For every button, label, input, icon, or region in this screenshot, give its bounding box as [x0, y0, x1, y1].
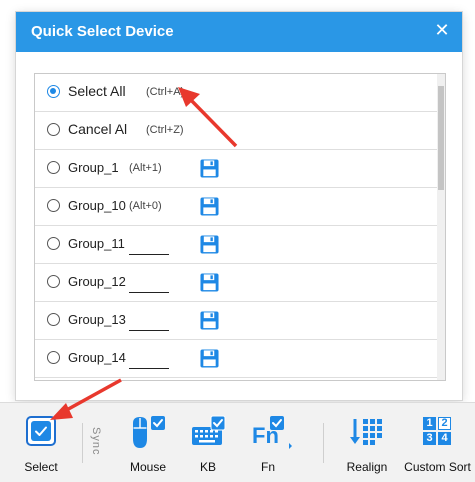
- row-label: Group_12: [68, 274, 126, 289]
- shortcut-blank: [129, 330, 169, 331]
- realign-button[interactable]: Realign: [338, 403, 396, 482]
- toolbar-divider: [82, 423, 83, 463]
- select-button[interactable]: Select: [8, 403, 74, 482]
- row-label: Group_14: [68, 350, 126, 365]
- custom-sort-label: Custom Sort: [404, 460, 471, 474]
- dialog-header: Quick Select Device ✕: [16, 12, 462, 52]
- row-label: Cancel Al: [68, 121, 128, 137]
- radio-button[interactable]: [47, 161, 60, 174]
- shortcut-blank: [129, 254, 169, 255]
- mouse-button[interactable]: Mouse: [118, 403, 178, 482]
- radio-button[interactable]: [47, 313, 60, 326]
- floppy-disk-icon[interactable]: [200, 273, 219, 292]
- row-shortcut: (Alt+1): [129, 162, 162, 174]
- toolbar-divider: [323, 423, 324, 463]
- fn-check-icon: [270, 416, 292, 449]
- list-item-group[interactable]: Group_1 (Alt+1): [35, 150, 437, 188]
- radio-button[interactable]: [47, 275, 60, 288]
- select-label: Select: [24, 460, 58, 474]
- shortcut-blank: [129, 368, 169, 369]
- radio-button[interactable]: [47, 237, 60, 250]
- list-item-group[interactable]: Group_14: [35, 340, 437, 378]
- list-item-group[interactable]: Group_10 (Alt+0): [35, 188, 437, 226]
- custom-sort-button[interactable]: 1 2 3 4 Custom Sort: [400, 403, 475, 482]
- row-shortcut: (Ctrl+Z): [146, 124, 184, 136]
- row-label: Group_1: [68, 160, 119, 175]
- list-item-group[interactable]: Group_11: [35, 226, 437, 264]
- list-scrollbar[interactable]: [437, 74, 445, 380]
- floppy-disk-icon[interactable]: [200, 235, 219, 254]
- select-checkbox-icon: [26, 416, 56, 446]
- realign-icon: [350, 419, 382, 445]
- row-label: Select All: [68, 83, 126, 99]
- kb-button[interactable]: KB: [185, 403, 231, 482]
- list-item-cancel-all[interactable]: Cancel Al (Ctrl+Z): [35, 112, 437, 150]
- custom-sort-icon: 1 2 3 4: [423, 417, 451, 445]
- device-group-list: Select All (Ctrl+A) Cancel Al (Ctrl+Z) G…: [34, 73, 446, 381]
- shortcut-blank: [129, 292, 169, 293]
- floppy-disk-icon[interactable]: [200, 311, 219, 330]
- list-item-group[interactable]: Group_13: [35, 302, 437, 340]
- scrollbar-thumb[interactable]: [438, 86, 444, 190]
- fn-button[interactable]: Fn Fn: [240, 403, 296, 482]
- row-label: Group_10: [68, 198, 126, 213]
- list-item-group[interactable]: Group_12: [35, 264, 437, 302]
- floppy-disk-icon[interactable]: [200, 197, 219, 216]
- row-shortcut: (Alt+0): [129, 200, 162, 212]
- radio-button[interactable]: [47, 199, 60, 212]
- mouse-label: Mouse: [129, 460, 167, 474]
- radio-button[interactable]: [47, 85, 60, 98]
- mouse-icon: [133, 416, 165, 448]
- fn-label: Fn: [260, 460, 275, 474]
- sync-label[interactable]: Sync: [90, 427, 102, 455]
- quick-select-dialog: Quick Select Device ✕ Select All (Ctrl+A…: [16, 12, 462, 400]
- list-item-select-all[interactable]: Select All (Ctrl+A): [35, 74, 437, 112]
- row-label: Group_11: [68, 236, 125, 251]
- radio-button[interactable]: [47, 123, 60, 136]
- radio-button[interactable]: [47, 351, 60, 364]
- row-shortcut: (Ctrl+A): [146, 86, 185, 98]
- floppy-disk-icon[interactable]: [200, 349, 219, 368]
- dialog-title: Quick Select Device: [31, 23, 174, 40]
- bottom-toolbar: Select Sync Mouse KB Fn Fn Realign 1 2 3…: [0, 402, 475, 482]
- close-icon[interactable]: ✕: [430, 18, 454, 42]
- row-label: Group_13: [68, 312, 126, 327]
- floppy-disk-icon[interactable]: [200, 159, 219, 178]
- kb-label: KB: [199, 460, 216, 474]
- realign-label: Realign: [346, 460, 388, 474]
- keyboard-icon: [192, 415, 226, 445]
